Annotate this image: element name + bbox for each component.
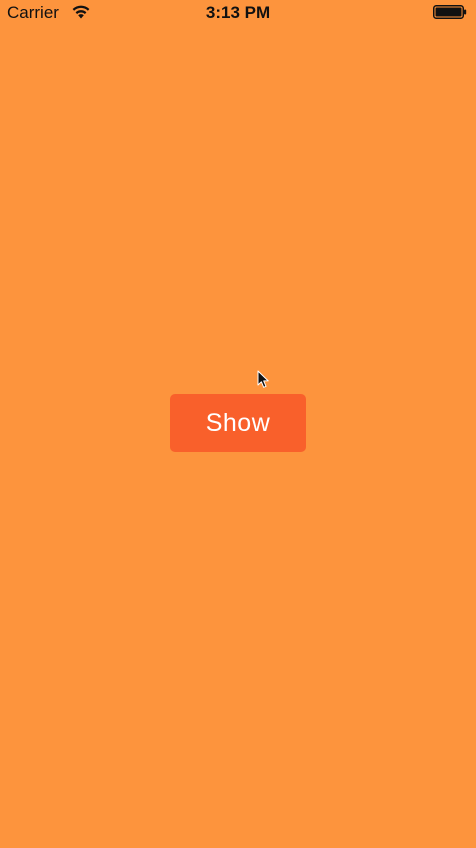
mouse-pointer-icon [257,370,269,388]
show-button[interactable]: Show [170,394,306,452]
status-bar: Carrier 3:13 PM [0,0,476,26]
battery-icon [433,5,467,19]
status-time: 3:13 PM [205,3,271,22]
app-screen: Carrier 3:13 PM Show [0,0,476,848]
